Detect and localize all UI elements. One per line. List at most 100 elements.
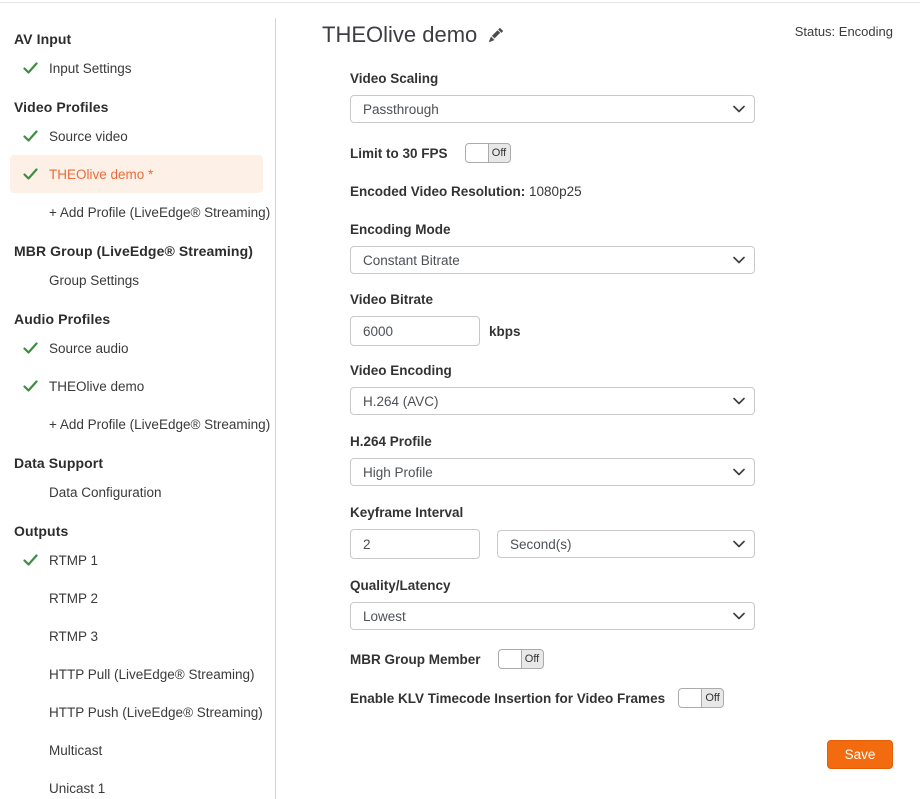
- video-bitrate-label: Video Bitrate: [350, 293, 755, 307]
- quality-latency-select[interactable]: Lowest: [350, 602, 755, 630]
- page-title: THEOlive demo: [322, 22, 477, 48]
- check-icon: [23, 378, 40, 394]
- encoding-mode-select[interactable]: Constant Bitrate: [350, 246, 755, 274]
- sidebar-item-label: Multicast: [49, 743, 102, 758]
- sidebar-item-add-audio-profile[interactable]: + Add Profile (LiveEdge® Streaming): [10, 405, 263, 443]
- check-placeholder: [23, 780, 40, 796]
- check-placeholder: [23, 666, 40, 682]
- check-placeholder: [23, 590, 40, 606]
- sidebar-item-label: Source audio: [49, 341, 129, 356]
- encoded-resolution-value: 1080p25: [529, 184, 582, 199]
- encoded-resolution-field: Encoded Video Resolution: 1080p25: [350, 185, 755, 199]
- sidebar-item-add-video-profile[interactable]: + Add Profile (LiveEdge® Streaming): [10, 193, 263, 231]
- video-scaling-field: Video Scaling Passthrough: [350, 72, 755, 123]
- video-bitrate-unit: kbps: [489, 324, 521, 339]
- toggle-knob: [499, 650, 522, 668]
- klv-timecode-label: Enable KLV Timecode Insertion for Video …: [350, 691, 665, 706]
- sidebar-item-source-audio[interactable]: Source audio: [10, 329, 263, 367]
- sidebar-item-unicast-1[interactable]: Unicast 1: [10, 769, 263, 799]
- video-encoding-label: Video Encoding: [350, 364, 755, 378]
- sidebar-item-label: Source video: [49, 129, 128, 144]
- keyframe-unit-select[interactable]: Second(s): [497, 530, 755, 558]
- status-text: Status: Encoding: [795, 24, 893, 39]
- sidebar-item-http-push[interactable]: HTTP Push (LiveEdge® Streaming): [10, 693, 263, 731]
- video-bitrate-input[interactable]: [350, 316, 480, 346]
- sidebar-item-rtmp-3[interactable]: RTMP 3: [10, 617, 263, 655]
- keyframe-interval-input[interactable]: [350, 529, 480, 559]
- encoded-resolution-label: Encoded Video Resolution:: [350, 184, 525, 199]
- sidebar-item-label: + Add Profile (LiveEdge® Streaming): [49, 417, 270, 432]
- toggle-state-label: Off: [489, 144, 510, 162]
- video-encoding-field: Video Encoding H.264 (AVC): [350, 364, 755, 415]
- video-scaling-label: Video Scaling: [350, 72, 755, 86]
- sidebar-item-label: Input Settings: [49, 61, 132, 76]
- mbr-group-member-toggle[interactable]: Off: [498, 649, 544, 669]
- toggle-state-label: Off: [522, 650, 543, 668]
- sidebar-item-label: Data Configuration: [49, 485, 162, 500]
- sidebar-item-label: RTMP 3: [49, 629, 98, 644]
- sidebar-header-video-profiles: Video Profiles: [0, 97, 275, 117]
- quality-latency-label: Quality/Latency: [350, 579, 755, 593]
- h264-profile-select[interactable]: High Profile: [350, 458, 755, 486]
- encoding-mode-field: Encoding Mode Constant Bitrate: [350, 223, 755, 274]
- sidebar-item-http-pull[interactable]: HTTP Pull (LiveEdge® Streaming): [10, 655, 263, 693]
- sidebar-item-label: HTTP Push (LiveEdge® Streaming): [49, 705, 263, 720]
- sidebar-item-label: HTTP Pull (LiveEdge® Streaming): [49, 667, 255, 682]
- sidebar-header-av-input: AV Input: [0, 29, 275, 49]
- main-panel: Status: Encoding THEOlive demo Video Sca…: [276, 0, 920, 799]
- check-icon: [23, 60, 40, 76]
- sidebar-item-group-settings[interactable]: Group Settings: [10, 261, 263, 299]
- video-scaling-select[interactable]: Passthrough: [350, 95, 755, 123]
- sidebar-header-data-support: Data Support: [0, 453, 275, 473]
- keyframe-interval-field: Keyframe Interval Second(s): [350, 506, 755, 559]
- check-placeholder: [23, 628, 40, 644]
- h264-profile-label: H.264 Profile: [350, 435, 755, 449]
- sidebar-item-label: RTMP 1: [49, 553, 98, 568]
- limit-fps-label: Limit to 30 FPS: [350, 146, 448, 161]
- sidebar-item-data-configuration[interactable]: Data Configuration: [10, 473, 263, 511]
- check-placeholder: [23, 204, 40, 220]
- sidebar-item-theolive-demo-audio[interactable]: THEOlive demo: [10, 367, 263, 405]
- klv-timecode-field: Enable KLV Timecode Insertion for Video …: [350, 688, 790, 708]
- sidebar-item-label: THEOlive demo: [49, 379, 144, 394]
- toggle-state-label: Off: [702, 689, 723, 707]
- video-profile-settings-page: AV Input Input Settings Video Profiles S…: [0, 0, 920, 799]
- mbr-group-member-label: MBR Group Member: [350, 652, 481, 667]
- keyframe-interval-label: Keyframe Interval: [350, 506, 755, 520]
- save-button[interactable]: Save: [827, 740, 893, 769]
- sidebar-item-label: Group Settings: [49, 273, 139, 288]
- check-icon: [23, 128, 40, 144]
- sidebar-header-audio-profiles: Audio Profiles: [0, 309, 275, 329]
- sidebar-item-label: + Add Profile (LiveEdge® Streaming): [49, 205, 270, 220]
- check-placeholder: [23, 272, 40, 288]
- sidebar-header-mbr-group: MBR Group (LiveEdge® Streaming): [0, 241, 275, 261]
- sidebar-item-multicast[interactable]: Multicast: [10, 731, 263, 769]
- h264-profile-field: H.264 Profile High Profile: [350, 435, 755, 486]
- sidebar-item-theolive-demo-video[interactable]: THEOlive demo *: [10, 155, 263, 193]
- check-icon: [23, 166, 40, 182]
- mbr-group-member-field: MBR Group Member Off: [350, 649, 755, 669]
- klv-timecode-toggle[interactable]: Off: [678, 688, 724, 708]
- check-placeholder: [23, 742, 40, 758]
- sidebar-item-input-settings[interactable]: Input Settings: [10, 49, 263, 87]
- sidebar-item-label: THEOlive demo *: [49, 167, 153, 182]
- sidebar-item-label: RTMP 2: [49, 591, 98, 606]
- sidebar-item-label: Unicast 1: [49, 781, 105, 796]
- sidebar-item-rtmp-1[interactable]: RTMP 1: [10, 541, 263, 579]
- limit-fps-field: Limit to 30 FPS Off: [350, 143, 755, 163]
- sidebar-item-source-video[interactable]: Source video: [10, 117, 263, 155]
- check-icon: [23, 340, 40, 356]
- edit-title-pencil-icon[interactable]: [489, 28, 503, 42]
- video-bitrate-field: Video Bitrate kbps: [350, 293, 755, 346]
- toggle-knob: [679, 689, 702, 707]
- encoding-mode-label: Encoding Mode: [350, 223, 755, 237]
- video-encoding-select[interactable]: H.264 (AVC): [350, 387, 755, 415]
- sidebar-item-rtmp-2[interactable]: RTMP 2: [10, 579, 263, 617]
- sidebar: AV Input Input Settings Video Profiles S…: [0, 0, 275, 799]
- limit-fps-toggle[interactable]: Off: [465, 143, 511, 163]
- check-placeholder: [23, 484, 40, 500]
- check-icon: [23, 552, 40, 568]
- toggle-knob: [466, 144, 489, 162]
- quality-latency-field: Quality/Latency Lowest: [350, 579, 755, 630]
- check-placeholder: [23, 704, 40, 720]
